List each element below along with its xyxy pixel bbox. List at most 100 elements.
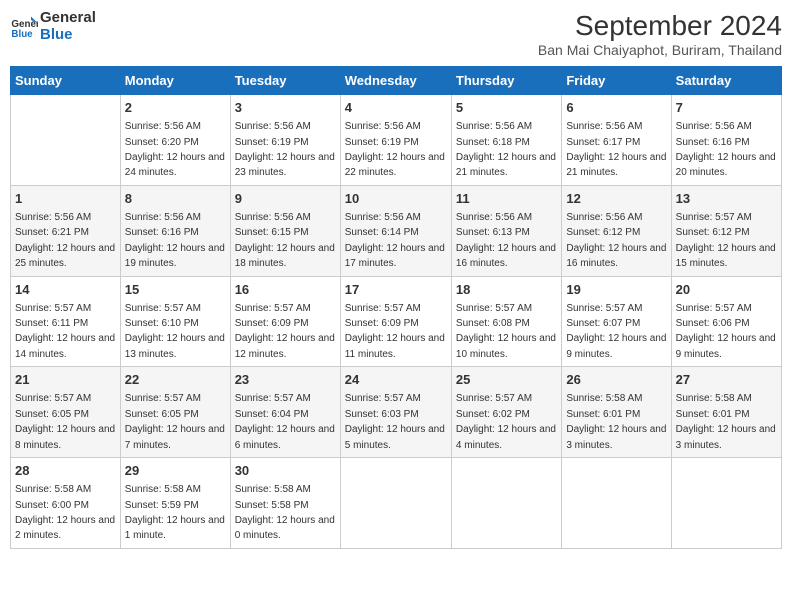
day-info: Sunrise: 5:56 AMSunset: 6:14 PMDaylight:…	[345, 212, 445, 269]
day-info: Sunrise: 5:57 AMSunset: 6:10 PMDaylight:…	[125, 303, 225, 360]
day-info: Sunrise: 5:58 AMSunset: 6:01 PMDaylight:…	[676, 393, 776, 450]
day-number: 29	[125, 462, 226, 480]
month-title: September 2024	[538, 10, 782, 42]
day-info: Sunrise: 5:56 AMSunset: 6:21 PMDaylight:…	[15, 212, 115, 269]
day-info: Sunrise: 5:56 AMSunset: 6:16 PMDaylight:…	[676, 121, 776, 178]
day-info: Sunrise: 5:57 AMSunset: 6:11 PMDaylight:…	[15, 303, 115, 360]
calendar-week-row: 2 Sunrise: 5:56 AMSunset: 6:20 PMDaylight…	[11, 95, 782, 186]
calendar-day-cell: 29 Sunrise: 5:58 AMSunset: 5:59 PMDayligh…	[120, 458, 230, 549]
day-info: Sunrise: 5:57 AMSunset: 6:07 PMDaylight:…	[566, 303, 666, 360]
location: Ban Mai Chaiyaphot, Buriram, Thailand	[538, 42, 782, 58]
day-info: Sunrise: 5:56 AMSunset: 6:18 PMDaylight:…	[456, 121, 556, 178]
day-info: Sunrise: 5:57 AMSunset: 6:08 PMDaylight:…	[456, 303, 556, 360]
weekday-header: Friday	[562, 67, 671, 95]
calendar-day-cell: 14 Sunrise: 5:57 AMSunset: 6:11 PMDayligh…	[11, 276, 121, 367]
day-number: 11	[456, 190, 557, 208]
day-info: Sunrise: 5:56 AMSunset: 6:16 PMDaylight:…	[125, 212, 225, 269]
day-info: Sunrise: 5:57 AMSunset: 6:12 PMDaylight:…	[676, 212, 776, 269]
weekday-header-row: SundayMondayTuesdayWednesdayThursdayFrid…	[11, 67, 782, 95]
calendar-day-cell: 27Sunrise: 5:58 AMSunset: 6:01 PMDayligh…	[671, 367, 781, 458]
calendar-day-cell: 8 Sunrise: 5:56 AMSunset: 6:16 PMDaylight…	[120, 185, 230, 276]
day-info: Sunrise: 5:56 AMSunset: 6:19 PMDaylight:…	[235, 121, 335, 178]
day-info: Sunrise: 5:57 AMSunset: 6:02 PMDaylight:…	[456, 393, 556, 450]
day-info: Sunrise: 5:57 AMSunset: 6:09 PMDaylight:…	[345, 303, 445, 360]
logo: General Blue General Blue	[10, 10, 96, 43]
calendar-day-cell: 6 Sunrise: 5:56 AMSunset: 6:17 PMDaylight…	[562, 95, 671, 186]
day-number: 19	[566, 281, 666, 299]
day-number: 5	[456, 99, 557, 117]
weekday-header: Thursday	[451, 67, 561, 95]
day-number: 24	[345, 371, 447, 389]
calendar-day-cell	[340, 458, 451, 549]
calendar-week-row: 14 Sunrise: 5:57 AMSunset: 6:11 PMDayligh…	[11, 276, 782, 367]
day-number: 22	[125, 371, 226, 389]
calendar-table: SundayMondayTuesdayWednesdayThursdayFrid…	[10, 66, 782, 549]
day-number: 1	[15, 190, 116, 208]
day-info: Sunrise: 5:56 AMSunset: 6:20 PMDaylight:…	[125, 121, 225, 178]
day-info: Sunrise: 5:56 AMSunset: 6:13 PMDaylight:…	[456, 212, 556, 269]
calendar-day-cell: 20 Sunrise: 5:57 AMSunset: 6:06 PMDayligh…	[671, 276, 781, 367]
calendar-day-cell	[671, 458, 781, 549]
day-info: Sunrise: 5:56 AMSunset: 6:15 PMDaylight:…	[235, 212, 335, 269]
day-info: Sunrise: 5:58 AMSunset: 6:01 PMDaylight:…	[566, 393, 666, 450]
day-number: 8	[125, 190, 226, 208]
day-number: 12	[566, 190, 666, 208]
day-info: Sunrise: 5:57 AMSunset: 6:06 PMDaylight:…	[676, 303, 776, 360]
day-number: 17	[345, 281, 447, 299]
calendar-day-cell: 24 Sunrise: 5:57 AMSunset: 6:03 PMDayligh…	[340, 367, 451, 458]
calendar-day-cell: 30Sunrise: 5:58 AMSunset: 5:58 PMDayligh…	[230, 458, 340, 549]
calendar-day-cell: 25Sunrise: 5:57 AMSunset: 6:02 PMDayligh…	[451, 367, 561, 458]
calendar-day-cell: 1 Sunrise: 5:56 AMSunset: 6:21 PMDaylight…	[11, 185, 121, 276]
logo-icon: General Blue	[10, 13, 38, 41]
calendar-week-row: 28Sunrise: 5:58 AMSunset: 6:00 PMDayligh…	[11, 458, 782, 549]
day-number: 13	[676, 190, 777, 208]
calendar-day-cell: 15 Sunrise: 5:57 AMSunset: 6:10 PMDayligh…	[120, 276, 230, 367]
day-number: 21	[15, 371, 116, 389]
weekday-header: Wednesday	[340, 67, 451, 95]
day-number: 15	[125, 281, 226, 299]
day-number: 9	[235, 190, 336, 208]
day-info: Sunrise: 5:57 AMSunset: 6:03 PMDaylight:…	[345, 393, 445, 450]
calendar-day-cell	[451, 458, 561, 549]
day-number: 16	[235, 281, 336, 299]
day-info: Sunrise: 5:56 AMSunset: 6:19 PMDaylight:…	[345, 121, 445, 178]
title-block: September 2024 Ban Mai Chaiyaphot, Burir…	[538, 10, 782, 58]
calendar-day-cell: 22 Sunrise: 5:57 AMSunset: 6:05 PMDayligh…	[120, 367, 230, 458]
day-info: Sunrise: 5:56 AMSunset: 6:17 PMDaylight:…	[566, 121, 666, 178]
day-number: 6	[566, 99, 666, 117]
calendar-day-cell: 23Sunrise: 5:57 AMSunset: 6:04 PMDayligh…	[230, 367, 340, 458]
weekday-header: Tuesday	[230, 67, 340, 95]
logo-text: General Blue	[40, 10, 96, 43]
calendar-day-cell: 10Sunrise: 5:56 AMSunset: 6:14 PMDayligh…	[340, 185, 451, 276]
day-info: Sunrise: 5:57 AMSunset: 6:09 PMDaylight:…	[235, 303, 335, 360]
day-number: 20	[676, 281, 777, 299]
calendar-day-cell: 12 Sunrise: 5:56 AMSunset: 6:12 PMDayligh…	[562, 185, 671, 276]
day-info: Sunrise: 5:56 AMSunset: 6:12 PMDaylight:…	[566, 212, 666, 269]
day-number: 26	[566, 371, 666, 389]
calendar-day-cell: 16 Sunrise: 5:57 AMSunset: 6:09 PMDayligh…	[230, 276, 340, 367]
calendar-day-cell: 3Sunrise: 5:56 AMSunset: 6:19 PMDaylight…	[230, 95, 340, 186]
calendar-day-cell: 11 Sunrise: 5:56 AMSunset: 6:13 PMDayligh…	[451, 185, 561, 276]
calendar-day-cell: 21 Sunrise: 5:57 AMSunset: 6:05 PMDayligh…	[11, 367, 121, 458]
calendar-day-cell	[11, 95, 121, 186]
calendar-day-cell: 28Sunrise: 5:58 AMSunset: 6:00 PMDayligh…	[11, 458, 121, 549]
day-info: Sunrise: 5:58 AMSunset: 6:00 PMDaylight:…	[15, 484, 115, 541]
calendar-day-cell: 26 Sunrise: 5:58 AMSunset: 6:01 PMDayligh…	[562, 367, 671, 458]
calendar-week-row: 1 Sunrise: 5:56 AMSunset: 6:21 PMDaylight…	[11, 185, 782, 276]
day-info: Sunrise: 5:58 AMSunset: 5:59 PMDaylight:…	[125, 484, 225, 541]
day-number: 14	[15, 281, 116, 299]
day-number: 2	[125, 99, 226, 117]
weekday-header: Sunday	[11, 67, 121, 95]
calendar-day-cell: 18 Sunrise: 5:57 AMSunset: 6:08 PMDayligh…	[451, 276, 561, 367]
day-number: 18	[456, 281, 557, 299]
weekday-header: Saturday	[671, 67, 781, 95]
calendar-day-cell: 17 Sunrise: 5:57 AMSunset: 6:09 PMDayligh…	[340, 276, 451, 367]
day-info: Sunrise: 5:57 AMSunset: 6:05 PMDaylight:…	[15, 393, 115, 450]
weekday-header: Monday	[120, 67, 230, 95]
page-header: General Blue General Blue September 2024…	[10, 10, 782, 58]
calendar-day-cell: 4 Sunrise: 5:56 AMSunset: 6:19 PMDaylight…	[340, 95, 451, 186]
day-info: Sunrise: 5:58 AMSunset: 5:58 PMDaylight:…	[235, 484, 335, 541]
day-number: 4	[345, 99, 447, 117]
calendar-day-cell: 13 Sunrise: 5:57 AMSunset: 6:12 PMDayligh…	[671, 185, 781, 276]
day-info: Sunrise: 5:57 AMSunset: 6:05 PMDaylight:…	[125, 393, 225, 450]
